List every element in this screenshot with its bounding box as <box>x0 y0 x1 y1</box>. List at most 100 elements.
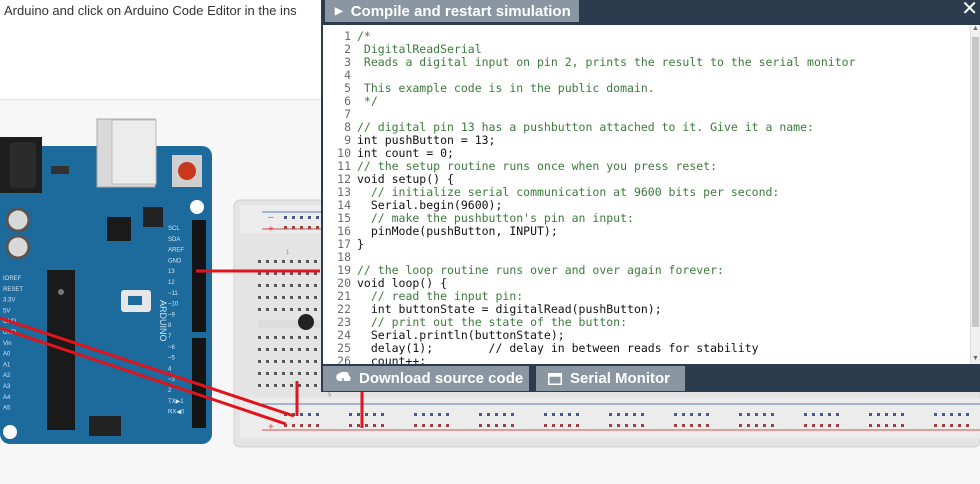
breadboard-hole <box>934 413 937 416</box>
breadboard-hole <box>942 413 945 416</box>
breadboard-hole <box>381 424 384 427</box>
reset-button[interactable] <box>178 162 196 180</box>
breadboard-hole <box>266 384 269 387</box>
breadboard-hole <box>625 424 628 427</box>
breadboard-hole <box>820 413 823 416</box>
breadboard-hole <box>290 348 293 351</box>
breadboard-hole <box>306 384 309 387</box>
breadboard-hole <box>314 336 317 339</box>
svg-text:+: + <box>268 422 274 433</box>
breadboard-hole <box>290 260 293 263</box>
breadboard-hole <box>306 260 309 263</box>
breadboard-hole <box>266 372 269 375</box>
breadboard-hole <box>495 413 498 416</box>
breadboard-hole <box>682 424 685 427</box>
editor-vertical-scrollbar[interactable]: ▲ ▼ <box>970 25 980 364</box>
breadboard-hole <box>698 413 701 416</box>
breadboard-hole <box>690 413 693 416</box>
breadboard-hole <box>755 413 758 416</box>
breadboard-hole <box>446 413 449 416</box>
code-line[interactable]: delay(1); // delay in between reads for … <box>357 342 967 355</box>
play-icon: ▶ <box>335 5 343 17</box>
board-pin-label: RESET <box>3 287 23 293</box>
breadboard-hole <box>698 424 701 427</box>
breadboard-hole <box>314 296 317 299</box>
breadboard-hole <box>290 360 293 363</box>
breadboard-hole <box>284 226 287 229</box>
compile-restart-button[interactable]: ▶ Compile and restart simulation <box>325 0 579 22</box>
breadboard-hole <box>306 296 309 299</box>
breadboard-hole <box>298 360 301 363</box>
code-line[interactable]: */ <box>357 95 967 108</box>
breadboard-hole <box>306 372 309 375</box>
breadboard-hole <box>349 424 352 427</box>
close-icon[interactable]: ✕ <box>961 0 978 21</box>
breadboard-hole <box>674 424 677 427</box>
breadboard-hole <box>942 424 945 427</box>
board-pin-label: A1 <box>3 362 11 368</box>
breadboard-hole <box>430 424 433 427</box>
breadboard-hole <box>414 424 417 427</box>
breadboard-hole <box>258 284 261 287</box>
board-pin-label: AREF <box>168 248 184 254</box>
breadboard-hole <box>544 413 547 416</box>
code-line[interactable]: Reads a digital input on pin 2, prints t… <box>357 56 967 69</box>
breadboard-hole <box>641 424 644 427</box>
board-pin-label: ~3 <box>168 377 176 383</box>
code-line[interactable]: This example code is in the public domai… <box>357 82 967 95</box>
breadboard-hole <box>422 424 425 427</box>
breadboard-hole <box>763 424 766 427</box>
scrollbar-thumb[interactable] <box>972 37 979 327</box>
breadboard-hole <box>282 360 285 363</box>
code-text[interactable]: /* DigitalReadSerial Reads a digital inp… <box>357 30 967 365</box>
board-pin-label: A3 <box>3 384 11 390</box>
download-label: Download source code <box>359 370 524 387</box>
scroll-down-icon[interactable]: ▼ <box>971 355 980 364</box>
breadboard-hole <box>308 413 311 416</box>
board-pin-label: GND <box>168 258 182 264</box>
download-source-button[interactable]: Download source code <box>323 366 529 391</box>
breadboard-hole <box>282 336 285 339</box>
breadboard-hole <box>349 413 352 416</box>
breadboard-hole <box>300 413 303 416</box>
breadboard-hole <box>266 360 269 363</box>
breadboard-hole <box>314 348 317 351</box>
breadboard-hole <box>314 260 317 263</box>
serial-monitor-button[interactable]: Serial Monitor <box>536 366 685 391</box>
breadboard-hole <box>877 424 880 427</box>
breadboard-hole <box>365 424 368 427</box>
breadboard-hole <box>430 413 433 416</box>
code-editor[interactable]: 1 2 3 4 5 6 7 8 9 10 11 12 13 14 15 16 17 18 19 20 21 22 23 24 2… <box>323 25 980 364</box>
scroll-up-icon[interactable]: ▲ <box>971 25 980 34</box>
breadboard-hole <box>747 413 750 416</box>
code-line[interactable]: pinMode(pushButton, INPUT); <box>357 225 967 238</box>
breadboard-hole <box>633 424 636 427</box>
breadboard-hole <box>316 424 319 427</box>
breadboard-hole <box>828 413 831 416</box>
breadboard-hole <box>836 424 839 427</box>
breadboard-hole <box>893 424 896 427</box>
breadboard-hole <box>893 413 896 416</box>
code-line[interactable]: // the loop routine runs over and over a… <box>357 264 967 277</box>
breadboard-hole <box>479 413 482 416</box>
breadboard-hole <box>300 216 303 219</box>
breadboard-hole <box>966 424 969 427</box>
breadboard-hole <box>552 424 555 427</box>
breadboard-hole <box>298 296 301 299</box>
breadboard-hole <box>290 296 293 299</box>
breadboard-hole <box>576 413 579 416</box>
breadboard-hole <box>282 348 285 351</box>
board-pin-label: 5V <box>3 308 10 314</box>
breadboard-hole <box>958 413 961 416</box>
breadboard-hole <box>282 372 285 375</box>
breadboard-hole <box>674 413 677 416</box>
code-line[interactable]: } <box>357 238 967 251</box>
breadboard-hole <box>290 384 293 387</box>
breadboard-hole <box>298 260 301 263</box>
breadboard-hole <box>633 413 636 416</box>
code-line[interactable]: count++; <box>357 355 967 365</box>
breadboard-hole <box>934 424 937 427</box>
breadboard-hole <box>682 413 685 416</box>
breadboard-hole <box>308 216 311 219</box>
pushbutton[interactable] <box>298 314 314 330</box>
